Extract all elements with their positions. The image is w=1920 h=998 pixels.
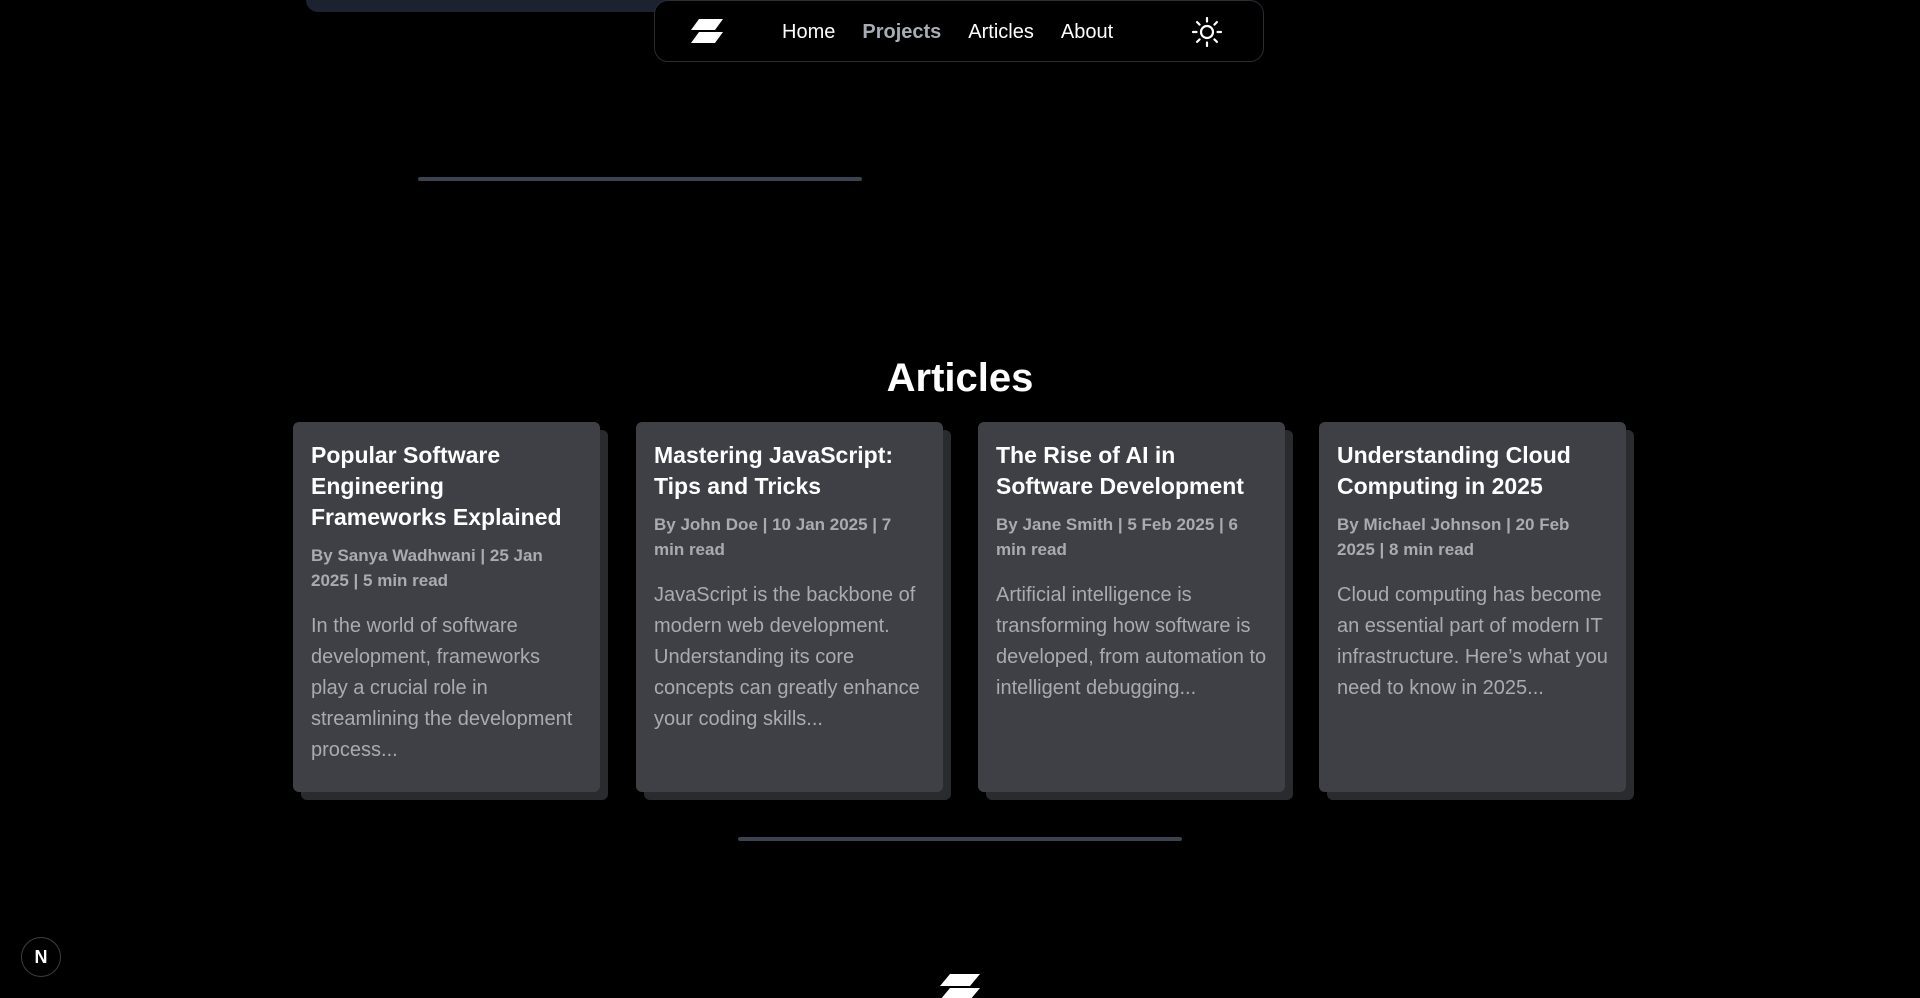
- section-divider: [418, 177, 862, 181]
- nav-links: Home Projects Articles About: [782, 1, 1140, 63]
- nav-item-about[interactable]: About: [1061, 21, 1113, 44]
- article-excerpt: In the world of software development, fr…: [311, 615, 573, 761]
- nav-item-articles[interactable]: Articles: [968, 21, 1034, 44]
- navbar: Home Projects Articles About: [654, 0, 1264, 62]
- articles-grid: Popular Software Engineering Frameworks …: [293, 422, 1633, 794]
- article-card[interactable]: Mastering JavaScript: Tips and Tricks By…: [636, 422, 943, 792]
- article-excerpt: Artificial intelligence is transforming …: [996, 584, 1267, 699]
- article-title: The Rise of AI in Software Development: [996, 442, 1244, 499]
- article-card[interactable]: Understanding Cloud Computing in 2025 By…: [1319, 422, 1626, 792]
- nav-item-projects[interactable]: Projects: [862, 21, 941, 44]
- article-meta: By Sanya Wadhwani | 25 Jan 2025 | 5 min …: [311, 546, 543, 590]
- article-card[interactable]: The Rise of AI in Software Development B…: [978, 422, 1285, 792]
- dev-tools-badge[interactable]: N: [21, 937, 61, 977]
- article-meta: By Jane Smith | 5 Feb 2025 | 6 min read: [996, 515, 1238, 559]
- article-title: Popular Software Engineering Frameworks …: [311, 442, 562, 530]
- article-excerpt: Cloud computing has become an essential …: [1337, 584, 1608, 699]
- footer-logo-icon: [940, 974, 980, 998]
- sun-icon[interactable]: [1191, 16, 1223, 48]
- article-title: Understanding Cloud Computing in 2025: [1337, 442, 1571, 499]
- dev-tools-badge-label: N: [34, 946, 48, 967]
- page: Home Projects Articles About Articles Po…: [0, 0, 1920, 998]
- brand-logo-icon[interactable]: [689, 17, 725, 45]
- nav-item-home[interactable]: Home: [782, 21, 835, 44]
- article-meta: By John Doe | 10 Jan 2025 | 7 min read: [654, 515, 892, 559]
- article-meta: By Michael Johnson | 20 Feb 2025 | 8 min…: [1337, 515, 1570, 559]
- article-excerpt: JavaScript is the backbone of modern web…: [654, 584, 920, 730]
- article-card[interactable]: Popular Software Engineering Frameworks …: [293, 422, 600, 792]
- articles-section-title: Articles: [886, 356, 1034, 400]
- article-title: Mastering JavaScript: Tips and Tricks: [654, 442, 894, 499]
- section-divider: [738, 837, 1182, 841]
